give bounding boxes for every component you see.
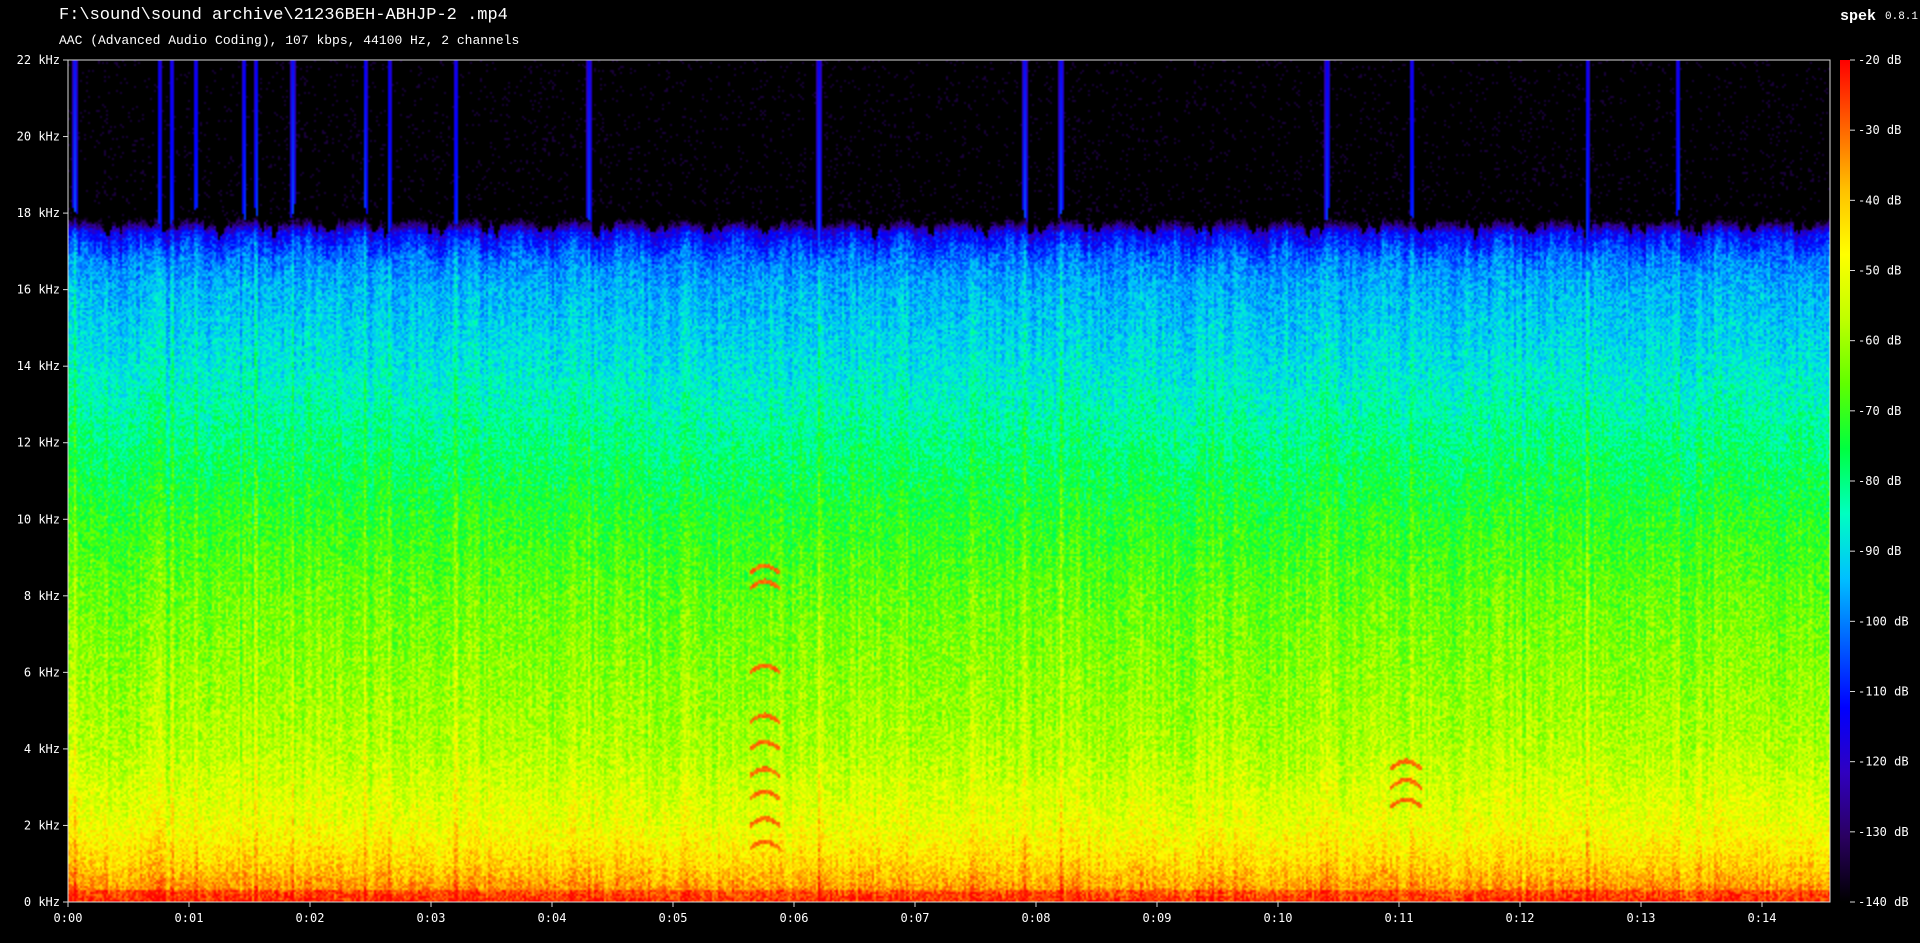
frequency-axis: 0 kHz 2 kHz 4 kHz 6 kHz 8 kHz 10 kHz 12 kHz 14 …	[17, 53, 68, 909]
time-tick-label: 0:14	[1748, 911, 1777, 925]
plot-frame	[67, 59, 1831, 903]
frequency-tick-label: 10 kHz	[17, 512, 60, 526]
frequency-tick-label: 20 kHz	[17, 130, 60, 144]
time-axis: 0:00 0:01 0:02 0:03 0:04 0:05 0:06 0:07 0:08 0:09…	[54, 902, 1777, 925]
colorbar-tick-label: -80 dB	[1858, 474, 1901, 488]
colorbar-tick-label: -90 dB	[1858, 544, 1901, 558]
frequency-tick-label: 6 kHz	[24, 665, 60, 679]
colorbar-tick-label: -30 dB	[1858, 123, 1901, 137]
colorbar-axis: -20 dB -30 dB -40 dB -50 dB -60 dB -70 dB -80 …	[1850, 53, 1909, 909]
colorbar-tick-label: -40 dB	[1858, 193, 1901, 207]
frequency-tick-label: 22 kHz	[17, 53, 60, 67]
spek-window: F:\sound\sound archive\21236BEH-ABHJP-2 …	[0, 0, 1920, 943]
time-tick-label: 0:13	[1627, 911, 1656, 925]
time-tick-label: 0:00	[54, 911, 83, 925]
frequency-tick-label: 18 kHz	[17, 206, 60, 220]
colorbar-tick-label: -100 dB	[1858, 614, 1909, 628]
spectrogram-axes: 0 kHz 2 kHz 4 kHz 6 kHz 8 kHz 10 kHz 12 kHz 14 …	[17, 53, 1909, 925]
colorbar-tick-label: -70 dB	[1858, 404, 1901, 418]
time-tick-label: 0:01	[175, 911, 204, 925]
frequency-tick-label: 0 kHz	[24, 895, 60, 909]
frequency-tick-label: 8 kHz	[24, 589, 60, 603]
frequency-tick-label: 12 kHz	[17, 436, 60, 450]
colorbar-tick-label: -130 dB	[1858, 825, 1909, 839]
time-tick-label: 0:02	[296, 911, 325, 925]
frequency-tick-label: 4 kHz	[24, 742, 60, 756]
frequency-tick-label: 16 kHz	[17, 283, 60, 297]
colorbar-tick-label: -110 dB	[1858, 685, 1909, 699]
time-tick-label: 0:10	[1264, 911, 1293, 925]
frequency-tick-label: 2 kHz	[24, 818, 60, 832]
frequency-tick-label: 14 kHz	[17, 359, 60, 373]
colorbar	[1840, 60, 1850, 902]
colorbar-tick-label: -120 dB	[1858, 755, 1909, 769]
colorbar-tick-label: -140 dB	[1858, 895, 1909, 909]
time-tick-label: 0:04	[538, 911, 567, 925]
time-tick-label: 0:12	[1506, 911, 1535, 925]
time-tick-label: 0:09	[1143, 911, 1172, 925]
time-tick-label: 0:11	[1385, 911, 1414, 925]
colorbar-tick-label: -50 dB	[1858, 264, 1901, 278]
time-tick-label: 0:07	[901, 911, 930, 925]
time-tick-label: 0:05	[659, 911, 688, 925]
time-tick-label: 0:08	[1022, 911, 1051, 925]
colorbar-tick-label: -20 dB	[1858, 53, 1901, 67]
colorbar-tick-label: -60 dB	[1858, 334, 1901, 348]
time-tick-label: 0:06	[780, 911, 809, 925]
time-tick-label: 0:03	[417, 911, 446, 925]
